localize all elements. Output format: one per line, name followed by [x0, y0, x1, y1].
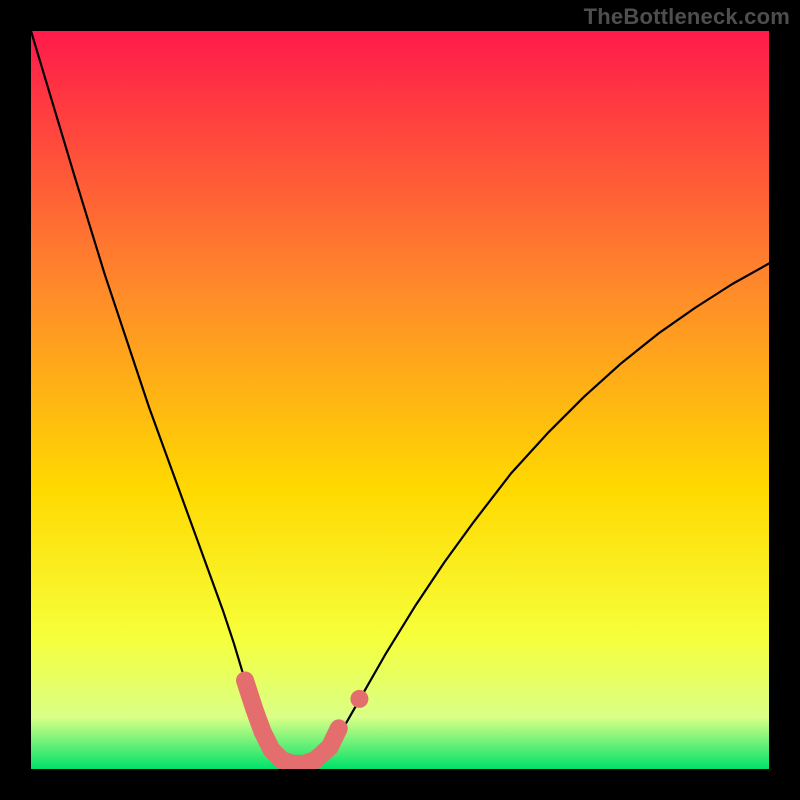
gradient-background: [31, 31, 769, 769]
plot-svg: [31, 31, 769, 769]
outer-frame: TheBottleneck.com: [0, 0, 800, 800]
highlight-dot: [350, 690, 368, 708]
watermark-text: TheBottleneck.com: [584, 4, 790, 30]
plot-area: [31, 31, 769, 769]
